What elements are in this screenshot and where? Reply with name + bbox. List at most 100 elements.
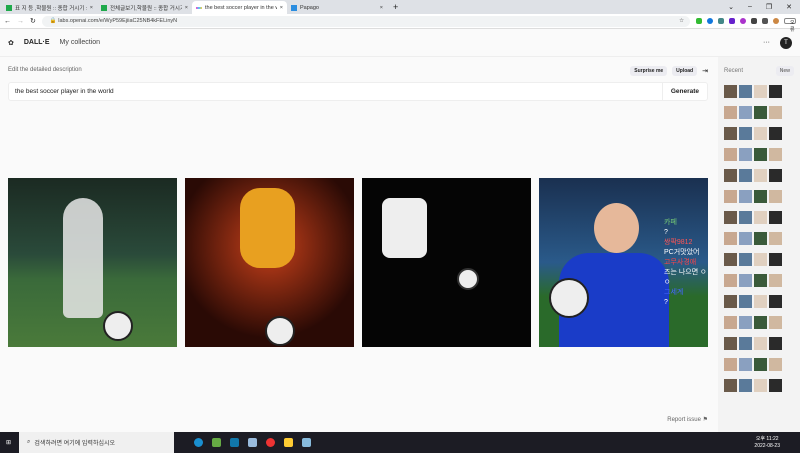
recent-thumbnail[interactable]	[739, 148, 752, 161]
close-window-icon[interactable]: ✕	[786, 3, 792, 11]
more-icon[interactable]: ···	[763, 39, 770, 46]
close-icon[interactable]: ×	[380, 5, 383, 11]
recent-thumbnail[interactable]	[724, 316, 737, 329]
browser-tab[interactable]: 전체글보기,학물원 :: 종합 거시기 ×	[97, 1, 192, 14]
star-icon[interactable]: ☆	[679, 18, 690, 24]
profile-button[interactable]: 오류	[784, 18, 796, 33]
recent-thumbnail[interactable]	[769, 232, 782, 245]
extension-icon[interactable]	[718, 18, 724, 24]
my-collection-link[interactable]: My collection	[60, 39, 100, 46]
forward-icon[interactable]: →	[17, 18, 24, 25]
recent-thumbnail[interactable]	[754, 337, 767, 350]
recent-thumbnail[interactable]	[739, 85, 752, 98]
recent-thumbnail[interactable]	[724, 85, 737, 98]
browser-tab[interactable]: Papago ×	[287, 1, 387, 14]
paint-icon[interactable]	[302, 438, 312, 447]
recent-thumbnail[interactable]	[754, 379, 767, 392]
recent-thumbnail[interactable]	[769, 148, 782, 161]
reload-icon[interactable]: ↻	[30, 17, 36, 25]
extension-icon[interactable]	[740, 18, 746, 24]
browser-tab[interactable]: 표 지 등 ,학물원 :: 종합 거시기 :: ×	[2, 1, 97, 14]
close-icon[interactable]: ×	[90, 5, 93, 11]
recent-thumbnail[interactable]	[769, 358, 782, 371]
extension-icon[interactable]	[751, 18, 757, 24]
recent-thumbnail[interactable]	[724, 358, 737, 371]
new-button[interactable]: New	[775, 66, 794, 76]
new-tab-icon[interactable]: +	[387, 2, 398, 12]
recent-thumbnail[interactable]	[724, 148, 737, 161]
file-explorer-icon[interactable]	[284, 438, 294, 447]
recent-thumbnail[interactable]	[754, 253, 767, 266]
recent-thumbnail[interactable]	[739, 211, 752, 224]
edge-icon[interactable]	[194, 438, 204, 447]
recent-thumbnail[interactable]	[724, 106, 737, 119]
recent-thumbnail[interactable]	[724, 232, 737, 245]
generate-button[interactable]: Generate	[661, 83, 707, 100]
recent-thumbnail[interactable]	[754, 85, 767, 98]
recent-thumbnail[interactable]	[769, 190, 782, 203]
restore-icon[interactable]: ❐	[766, 3, 772, 11]
recent-thumbnail[interactable]	[769, 295, 782, 308]
minecraft-icon[interactable]	[212, 438, 222, 447]
recent-thumbnail[interactable]	[724, 127, 737, 140]
recent-thumbnail[interactable]	[769, 379, 782, 392]
recent-thumbnail[interactable]	[739, 274, 752, 287]
recent-thumbnail[interactable]	[754, 106, 767, 119]
puzzle-icon[interactable]	[762, 18, 768, 24]
generated-image-2[interactable]	[185, 178, 354, 347]
recent-thumbnail[interactable]	[754, 211, 767, 224]
close-icon[interactable]: ×	[280, 5, 283, 11]
minimize-icon[interactable]: –	[748, 3, 752, 11]
extension-icon[interactable]	[707, 18, 713, 24]
avatar[interactable]: T	[780, 36, 792, 49]
recent-thumbnail[interactable]	[769, 253, 782, 266]
clock[interactable]: 오후 11:22 2022-08-23	[754, 436, 800, 450]
recent-thumbnail[interactable]	[769, 316, 782, 329]
recent-thumbnail[interactable]	[739, 190, 752, 203]
generated-image-1[interactable]	[8, 178, 177, 347]
recent-thumbnail[interactable]	[724, 337, 737, 350]
recent-thumbnail[interactable]	[724, 295, 737, 308]
chrome-icon[interactable]	[266, 438, 276, 447]
recent-thumbnail[interactable]	[739, 358, 752, 371]
recent-thumbnail[interactable]	[724, 190, 737, 203]
recent-thumbnail[interactable]	[739, 253, 752, 266]
recent-thumbnail[interactable]	[739, 232, 752, 245]
recent-thumbnail[interactable]	[769, 169, 782, 182]
recent-thumbnail[interactable]	[739, 379, 752, 392]
profile-avatar[interactable]	[773, 18, 779, 24]
collapse-sidebar-icon[interactable]: ⇥	[702, 67, 708, 75]
recent-thumbnail[interactable]	[724, 253, 737, 266]
recent-thumbnail[interactable]	[724, 211, 737, 224]
recent-thumbnail[interactable]	[724, 169, 737, 182]
recent-thumbnail[interactable]	[769, 85, 782, 98]
prompt-input[interactable]: the best soccer player in the world Gener…	[8, 82, 708, 101]
url-input[interactable]: 🔒 labs.openai.com/e/WyP59EjiiaC25NB4kFEL…	[41, 15, 690, 27]
recent-thumbnail[interactable]	[724, 274, 737, 287]
generated-image-3[interactable]	[362, 178, 531, 347]
recent-thumbnail[interactable]	[739, 127, 752, 140]
recent-thumbnail[interactable]	[754, 190, 767, 203]
recent-thumbnail[interactable]	[769, 127, 782, 140]
app-icon[interactable]	[248, 438, 258, 447]
report-issue-link[interactable]: Report issue ⚑	[667, 416, 708, 423]
generated-image-4[interactable]: 카페? 쌍팍9812 PC거맛았어 고무사경애 즈는 나으면 ㅇㅇ 그세계?	[539, 178, 708, 347]
taskbar-search-input[interactable]: ⌕ 검색하려면 여기에 입력하십시오	[19, 432, 175, 453]
recent-thumbnail[interactable]	[739, 295, 752, 308]
recent-thumbnail[interactable]	[739, 169, 752, 182]
recent-thumbnail[interactable]	[724, 379, 737, 392]
browser-tab-active[interactable]: the best soccer player in the world×	[192, 1, 287, 14]
recent-thumbnail[interactable]	[754, 274, 767, 287]
recent-thumbnail[interactable]	[754, 295, 767, 308]
chevron-down-icon[interactable]: ⌄	[728, 3, 734, 11]
recent-thumbnail[interactable]	[769, 337, 782, 350]
recent-thumbnail[interactable]	[754, 316, 767, 329]
recent-thumbnail[interactable]	[754, 148, 767, 161]
app-icon[interactable]	[230, 438, 240, 447]
upload-button[interactable]: Upload	[672, 66, 698, 76]
recent-thumbnail[interactable]	[754, 232, 767, 245]
recent-thumbnail[interactable]	[769, 106, 782, 119]
windows-start-icon[interactable]: ⊞	[6, 439, 11, 446]
recent-thumbnail[interactable]	[754, 358, 767, 371]
extension-icon[interactable]	[696, 18, 702, 24]
